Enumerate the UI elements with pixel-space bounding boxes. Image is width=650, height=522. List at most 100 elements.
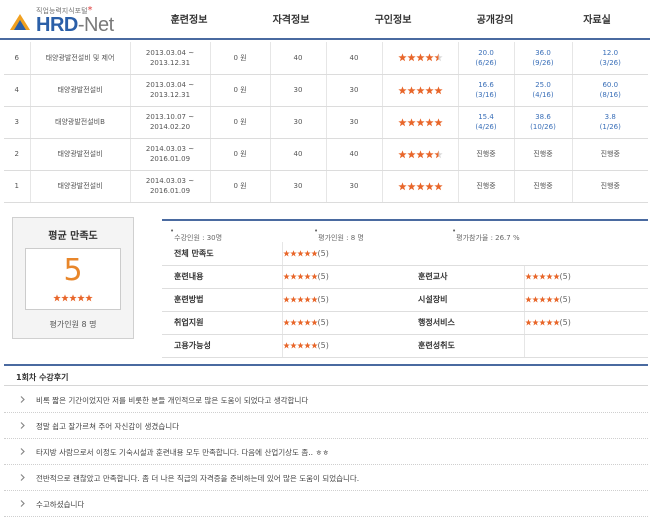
course-rate-cell[interactable]: 15.4 (4/26) [457, 106, 514, 139]
course-period-start: 2013.10.07 ~ [145, 113, 195, 121]
review-item[interactable]: 전반적으로 괜찮았고 만족합니다. 좀 더 나은 직급의 자격증을 준비하는데 … [4, 465, 648, 491]
course-no: 6 [4, 42, 30, 75]
course-name[interactable]: 태양광발전설비 [29, 170, 130, 203]
course-period-end: 2014.02.20 [149, 123, 191, 131]
star-icon [303, 296, 311, 303]
review-item[interactable]: 타지방 사람으로서 이정도 기숙시설과 훈련내용 모두 만족합니다. 다음에 산… [4, 439, 648, 465]
star-icon [296, 273, 304, 280]
course-rate-cell[interactable]: 38.6 (10/26) [513, 106, 572, 139]
rating-stars [282, 318, 318, 327]
star-icon [552, 319, 560, 326]
star-icon [397, 53, 407, 62]
star-icon [538, 296, 546, 303]
star-icon [415, 85, 425, 94]
course-rate-value: 12.0 [602, 48, 619, 57]
course-capacity: 30 [269, 170, 326, 203]
star-icon [538, 319, 546, 326]
course-rate-cell[interactable]: 60.0 (8/16) [571, 74, 648, 107]
course-period: 2013.03.04 ~ 2013.12.31 [129, 74, 210, 107]
course-rate-cell[interactable]: 16.6 (3/16) [457, 74, 514, 107]
course-rate-ratio: (8/16) [599, 91, 621, 99]
nav-training-info[interactable]: 훈련정보 [138, 0, 240, 40]
rating-value-employability: (5) [281, 334, 406, 358]
star-icon [424, 117, 434, 126]
course-period: 2014.03.03 ~ 2016.01.09 [129, 170, 210, 203]
rating-label-teacher: 훈련교사 [406, 265, 524, 289]
course-rate-ratio: (10/26) [530, 123, 556, 131]
course-rate-value: 16.6 [478, 81, 494, 89]
nav-license-info[interactable]: 자격정보 [240, 0, 342, 40]
star-icon [433, 53, 443, 62]
review-item[interactable]: 비록 짧은 기간이었지만 저를 비롯한 분들 개인적으로 많은 도움이 되었다고… [4, 387, 648, 413]
course-row[interactable]: 6 태양광발전설비 및 제어 2013.03.04 ~2013.12.31 0 원 40… [4, 42, 648, 75]
course-name[interactable]: 태양광발전설비 [29, 74, 130, 107]
rating-stars [524, 272, 560, 281]
star-icon [397, 85, 407, 94]
course-rate-ratio: (9/26) [532, 58, 554, 67]
review-text: 타지방 사람으로서 이정도 기숙시설과 훈련내용 모두 만족합니다. 다음에 산… [36, 448, 330, 457]
reviews-title: 1회차 수강후기 [16, 373, 69, 382]
logo-text: HRD-Net [36, 14, 114, 36]
star-icon [310, 342, 318, 349]
star-icon [397, 149, 407, 158]
course-name[interactable]: 태양광발전설비 및 제어 [29, 42, 130, 75]
course-rate-cell[interactable]: 20.0 (6/26) [457, 42, 514, 75]
star-icon [69, 293, 77, 301]
summary-enrolled: • 수강인원 : 30명 [170, 227, 223, 242]
course-row[interactable]: 2 태양광발전설비 2014.03.03 ~2016.01.09 0 원 40 40 진행중… [4, 138, 648, 171]
summary-evaluators: • 평가인원 : 8 명 [314, 227, 364, 242]
course-name[interactable]: 태양광발전설비 [29, 138, 130, 171]
course-rate-cell[interactable]: 25.0 (4/16) [513, 74, 572, 107]
star-icon [296, 342, 304, 349]
nav-job-info[interactable]: 구인정보 [342, 0, 444, 40]
course-name[interactable]: 태양광발전설비B [29, 106, 130, 139]
star-icon [289, 342, 297, 349]
course-enrolled: 30 [325, 106, 382, 139]
star-icon [296, 250, 304, 257]
logo-mark-icon [10, 14, 30, 30]
rating-label-method: 훈련방법 [162, 288, 282, 312]
summary-participation: • 평가참가율 : 26.7 % [452, 227, 520, 242]
rating-label-achievement: 훈련성취도 [406, 334, 524, 358]
rating-value-overall: (5) [281, 242, 648, 266]
course-rating [381, 170, 458, 203]
course-rate-cell[interactable]: 12.0 (3/26) [571, 42, 648, 75]
course-period-start: 2013.03.04 ~ [145, 48, 195, 57]
star-icon [538, 273, 546, 280]
course-rate-value: 3.8 [604, 113, 616, 121]
nav-open-lecture[interactable]: 공개강의 [444, 0, 546, 40]
star-icon [406, 117, 416, 126]
course-table: 6 태양광발전설비 및 제어 2013.03.04 ~2013.12.31 0 원 40… [4, 42, 648, 203]
course-rate-cell[interactable]: 3.8 (1/26) [571, 106, 648, 139]
course-cost: 0 원 [209, 106, 270, 139]
rating-stars [524, 295, 560, 304]
course-no: 3 [4, 106, 30, 139]
star-icon [552, 273, 560, 280]
average-satisfaction-box: 평균 만족도 5 평가인원 8 명 [12, 217, 134, 339]
rating-row: 취업지원 (5) 행정서비스 (5) [162, 311, 648, 335]
satisfaction-stars [26, 293, 120, 302]
rating-label-admin: 행정서비스 [406, 311, 524, 335]
course-period-start: 2014.03.03 ~ [145, 145, 195, 153]
review-item[interactable]: 수고하셨습니다 [4, 491, 648, 517]
course-row[interactable]: 3 태양광발전설비B 2013.10.07 ~2014.02.20 0 원 30 30 15… [4, 106, 648, 139]
star-icon [303, 250, 311, 257]
star-icon [406, 181, 416, 190]
rating-value-content: (5) [281, 265, 406, 289]
course-rate-value: 진행중 [533, 150, 553, 158]
star-icon [524, 296, 532, 303]
star-icon [77, 293, 85, 301]
course-row[interactable]: 1 태양광발전설비 2014.03.03 ~2016.01.09 0 원 30 30 진행중… [4, 170, 648, 203]
star-icon [310, 296, 318, 303]
site-logo[interactable]: 직업능력지식포털* HRD-Net [8, 3, 114, 37]
course-rate-value: 진행중 [600, 182, 620, 190]
course-period: 2013.10.07 ~ 2014.02.20 [129, 106, 210, 139]
course-period-end: 2013.12.31 [149, 58, 191, 67]
course-rate-cell[interactable]: 36.0 (9/26) [513, 42, 572, 75]
course-row[interactable]: 4 태양광발전설비 2013.03.04 ~2013.12.31 0 원 30 30 16.… [4, 74, 648, 107]
satisfaction-score: 5 [63, 253, 83, 288]
nav-resources[interactable]: 자료실 [546, 0, 648, 40]
star-icon [531, 296, 539, 303]
star-icon [282, 250, 290, 257]
review-item[interactable]: 정말 쉽고 잘가르쳐 주어 자신감이 생겼습니다 [4, 413, 648, 439]
